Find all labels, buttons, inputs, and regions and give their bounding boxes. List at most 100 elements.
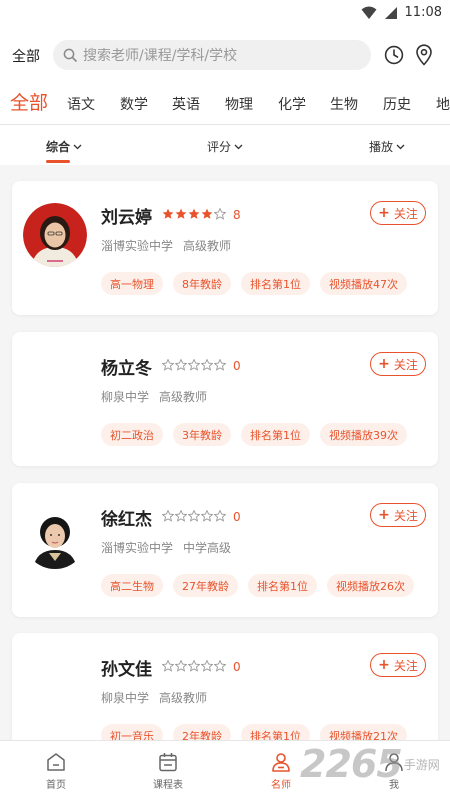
teacher-avatar xyxy=(23,505,87,569)
rating-score: 8 xyxy=(233,208,241,222)
search-icon xyxy=(63,48,77,62)
star-empty-icon xyxy=(175,359,187,371)
subject-tab-chemistry[interactable]: 化学 xyxy=(278,94,306,114)
subject-tabs: 全部 语文 数学 英语 物理 化学 生物 历史 地理 xyxy=(0,82,450,125)
tag-subject: 高一物理 xyxy=(101,272,163,295)
tag-rank: 排名第1位 xyxy=(248,574,317,597)
tag-plays: 视频播放26次 xyxy=(327,574,414,597)
rating-score: 0 xyxy=(233,660,241,674)
subject-tab-math[interactable]: 数学 xyxy=(120,94,148,114)
follow-label: 关注 xyxy=(393,357,418,372)
teacher-affiliation: 柳泉中学 高级教师 xyxy=(101,388,207,405)
teacher-name: 徐红杰 xyxy=(101,510,152,530)
teacher-tags: 初二政治 3年教龄 排名第1位 视频播放39次 xyxy=(101,423,407,446)
star-empty-icon xyxy=(214,359,226,371)
search-scope-selector[interactable]: 全部 xyxy=(12,46,40,66)
wifi-icon xyxy=(361,6,377,19)
teacher-card[interactable]: 徐红杰 0 + 关注 淄博实验中学 中学高级 高二生物 27年教龄 排名第1位 视… xyxy=(12,483,438,617)
teacher-card[interactable]: 孙文佳 0 + 关注 柳泉中学 高级教师 初一音乐 2年教龄 排名第1位 视频播放… xyxy=(12,633,438,740)
star-filled-icon xyxy=(188,208,200,219)
teacher-affiliation: 淄博实验中学 中学高级 xyxy=(101,539,231,556)
search-bar: 全部 搜索老师/课程/学科/学校 xyxy=(0,28,450,82)
teacher-avatar xyxy=(23,203,87,267)
follow-label: 关注 xyxy=(393,658,418,673)
teacher-icon xyxy=(272,753,290,772)
tab-home[interactable]: 首页 xyxy=(0,741,112,800)
tag-rank: 排名第1位 xyxy=(241,272,310,295)
star-empty-icon xyxy=(175,660,187,672)
sort-comprehensive[interactable]: 综合 xyxy=(46,138,82,155)
follow-label: 关注 xyxy=(393,508,418,523)
teacher-tags: 高二生物 27年教龄 排名第1位 视频播放26次 xyxy=(101,574,414,597)
star-empty-icon xyxy=(162,660,174,672)
tag-plays: 视频播放47次 xyxy=(320,272,407,295)
follow-button[interactable]: + 关注 xyxy=(370,352,426,376)
plus-icon: + xyxy=(378,507,390,523)
status-bar: 11:08 xyxy=(0,0,450,28)
tag-experience: 8年教龄 xyxy=(173,272,231,295)
teacher-card[interactable]: 刘云婷 8 + 关注 淄博实验中学 高级教师 高一物理 8年教龄 排名第1位 视频… xyxy=(12,181,438,315)
follow-label: 关注 xyxy=(393,206,418,221)
subject-tab-biology[interactable]: 生物 xyxy=(330,94,358,114)
subject-tab-history[interactable]: 历史 xyxy=(383,94,411,114)
sort-rating[interactable]: 评分 xyxy=(207,138,243,155)
watermark-text: 手游网 xyxy=(403,757,440,772)
search-placeholder: 搜索老师/课程/学科/学校 xyxy=(83,48,238,64)
star-empty-icon xyxy=(214,660,226,672)
tab-schedule[interactable]: 课程表 xyxy=(112,741,224,800)
teacher-name: 刘云婷 xyxy=(101,208,152,228)
star-empty-icon xyxy=(201,660,213,672)
star-empty-icon xyxy=(188,510,200,522)
subject-tab-geography[interactable]: 地理 xyxy=(436,94,450,114)
teacher-affiliation: 柳泉中学 高级教师 xyxy=(101,689,207,706)
tag-subject: 初二政治 xyxy=(101,423,163,446)
tag-subject: 初一音乐 xyxy=(101,724,163,740)
teacher-school: 淄博实验中学 xyxy=(101,239,174,253)
tab-label: 名师 xyxy=(271,780,291,791)
tag-plays: 视频播放21次 xyxy=(320,724,407,740)
teacher-name: 孙文佳 xyxy=(101,660,152,680)
star-empty-icon xyxy=(201,359,213,371)
subject-tab-physics[interactable]: 物理 xyxy=(225,94,253,114)
plus-icon: + xyxy=(378,657,390,673)
plus-icon: + xyxy=(378,356,390,372)
site-watermark: 2265 手游网 xyxy=(300,742,440,786)
rating-score: 0 xyxy=(233,359,241,373)
teacher-school: 柳泉中学 xyxy=(101,390,150,404)
subject-tab-all[interactable]: 全部 xyxy=(10,88,48,115)
subject-tab-english[interactable]: 英语 xyxy=(172,94,200,114)
sort-plays[interactable]: 播放 xyxy=(369,138,405,155)
tag-experience: 27年教龄 xyxy=(173,574,238,597)
follow-button[interactable]: + 关注 xyxy=(370,201,426,225)
tag-rank: 排名第1位 xyxy=(241,423,310,446)
teacher-affiliation: 淄博实验中学 高级教师 xyxy=(101,237,231,254)
rating-stars xyxy=(162,208,226,220)
subject-tab-chinese[interactable]: 语文 xyxy=(67,94,95,114)
teacher-tags: 高一物理 8年教龄 排名第1位 视频播放47次 xyxy=(101,272,407,295)
teacher-title: 高级教师 xyxy=(159,691,208,705)
tag-experience: 3年教龄 xyxy=(173,423,231,446)
rating-score: 0 xyxy=(233,510,241,524)
tag-rank: 排名第1位 xyxy=(241,724,310,740)
star-empty-icon xyxy=(162,359,174,371)
teacher-tags: 初一音乐 2年教龄 排名第1位 视频播放21次 xyxy=(101,724,407,740)
sort-label: 综合 xyxy=(46,140,71,154)
tag-plays: 视频播放39次 xyxy=(320,423,407,446)
star-empty-icon xyxy=(188,359,200,371)
star-filled-icon xyxy=(175,208,187,219)
chevron-down-icon xyxy=(234,144,243,149)
history-clock-icon[interactable] xyxy=(384,45,404,65)
star-empty-icon xyxy=(214,208,226,220)
active-sort-indicator xyxy=(46,160,70,163)
teacher-list: 刘云婷 8 + 关注 淄博实验中学 高级教师 高一物理 8年教龄 排名第1位 视频… xyxy=(0,165,450,740)
follow-button[interactable]: + 关注 xyxy=(370,503,426,527)
teacher-school: 淄博实验中学 xyxy=(101,541,174,555)
teacher-name: 杨立冬 xyxy=(101,359,152,379)
follow-button[interactable]: + 关注 xyxy=(370,653,426,677)
teacher-card[interactable]: 杨立冬 0 + 关注 柳泉中学 高级教师 初二政治 3年教龄 排名第1位 视频播放… xyxy=(12,332,438,466)
search-input[interactable]: 搜索老师/课程/学科/学校 xyxy=(53,40,371,70)
star-empty-icon xyxy=(214,510,226,522)
tab-label: 首页 xyxy=(46,780,66,791)
location-pin-icon[interactable] xyxy=(415,44,433,66)
plus-icon: + xyxy=(378,205,390,221)
